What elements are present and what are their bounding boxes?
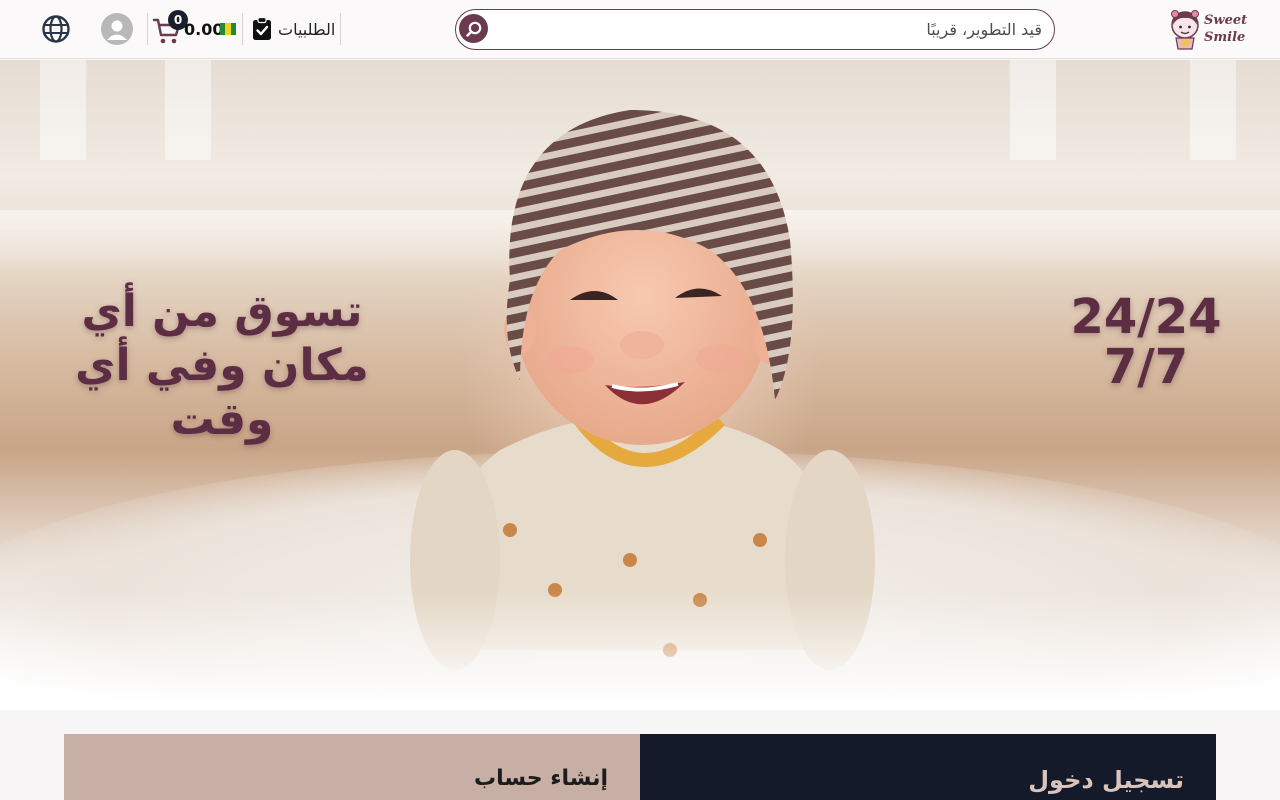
- hero-hours-daily: 24/24: [1070, 289, 1222, 345]
- signup-title: إنشاء حساب: [474, 766, 608, 791]
- orders-label: الطلبيات: [278, 19, 336, 39]
- user-avatar-icon: [107, 20, 127, 40]
- search-icon: [465, 21, 481, 37]
- signup-panel: إنشاء حساب: [64, 734, 640, 800]
- background-wall: [40, 60, 86, 160]
- background-wall: [1010, 60, 1056, 160]
- top-navbar: Sweet Smile الطلبيات 0 0.00: [0, 0, 1280, 59]
- hero-hours: 24/24 7/7: [1060, 292, 1232, 392]
- header-divider: [242, 13, 243, 45]
- login-panel: تسجيل دخول: [640, 734, 1216, 800]
- account-button[interactable]: [101, 13, 133, 45]
- search-bar: [455, 9, 1055, 50]
- hero-banner: تسوق من أي مكان وفي أي وقت 24/24 7/7: [0, 60, 1280, 710]
- clipboard-check-icon: [253, 17, 271, 40]
- girl-logo-icon: [1171, 10, 1199, 50]
- logo-wordmark: Sweet Smile: [1204, 12, 1247, 46]
- header-divider: [340, 13, 341, 45]
- banknote-icon: [220, 23, 236, 35]
- hero-hours-weekly: 7/7: [1103, 339, 1189, 395]
- orders-link[interactable]: الطلبيات: [252, 15, 335, 43]
- header-divider: [147, 13, 148, 45]
- logo-word-smile: Smile: [1204, 30, 1246, 45]
- search-button[interactable]: [459, 14, 488, 43]
- hero-fade-overlay: [0, 590, 1280, 710]
- cart-total: 0.00: [184, 20, 224, 39]
- globe-icon[interactable]: [41, 14, 71, 44]
- login-title: تسجيل دخول: [1028, 766, 1184, 794]
- site-logo[interactable]: Sweet Smile: [1168, 6, 1252, 52]
- background-wall: [165, 60, 211, 160]
- hero-tagline: تسوق من أي مكان وفي أي وقت: [75, 286, 369, 445]
- search-input[interactable]: [522, 10, 1042, 48]
- background-wall: [1190, 60, 1236, 160]
- logo-word-sweet: Sweet: [1204, 13, 1248, 28]
- cart-button[interactable]: 0 0.00: [152, 10, 242, 48]
